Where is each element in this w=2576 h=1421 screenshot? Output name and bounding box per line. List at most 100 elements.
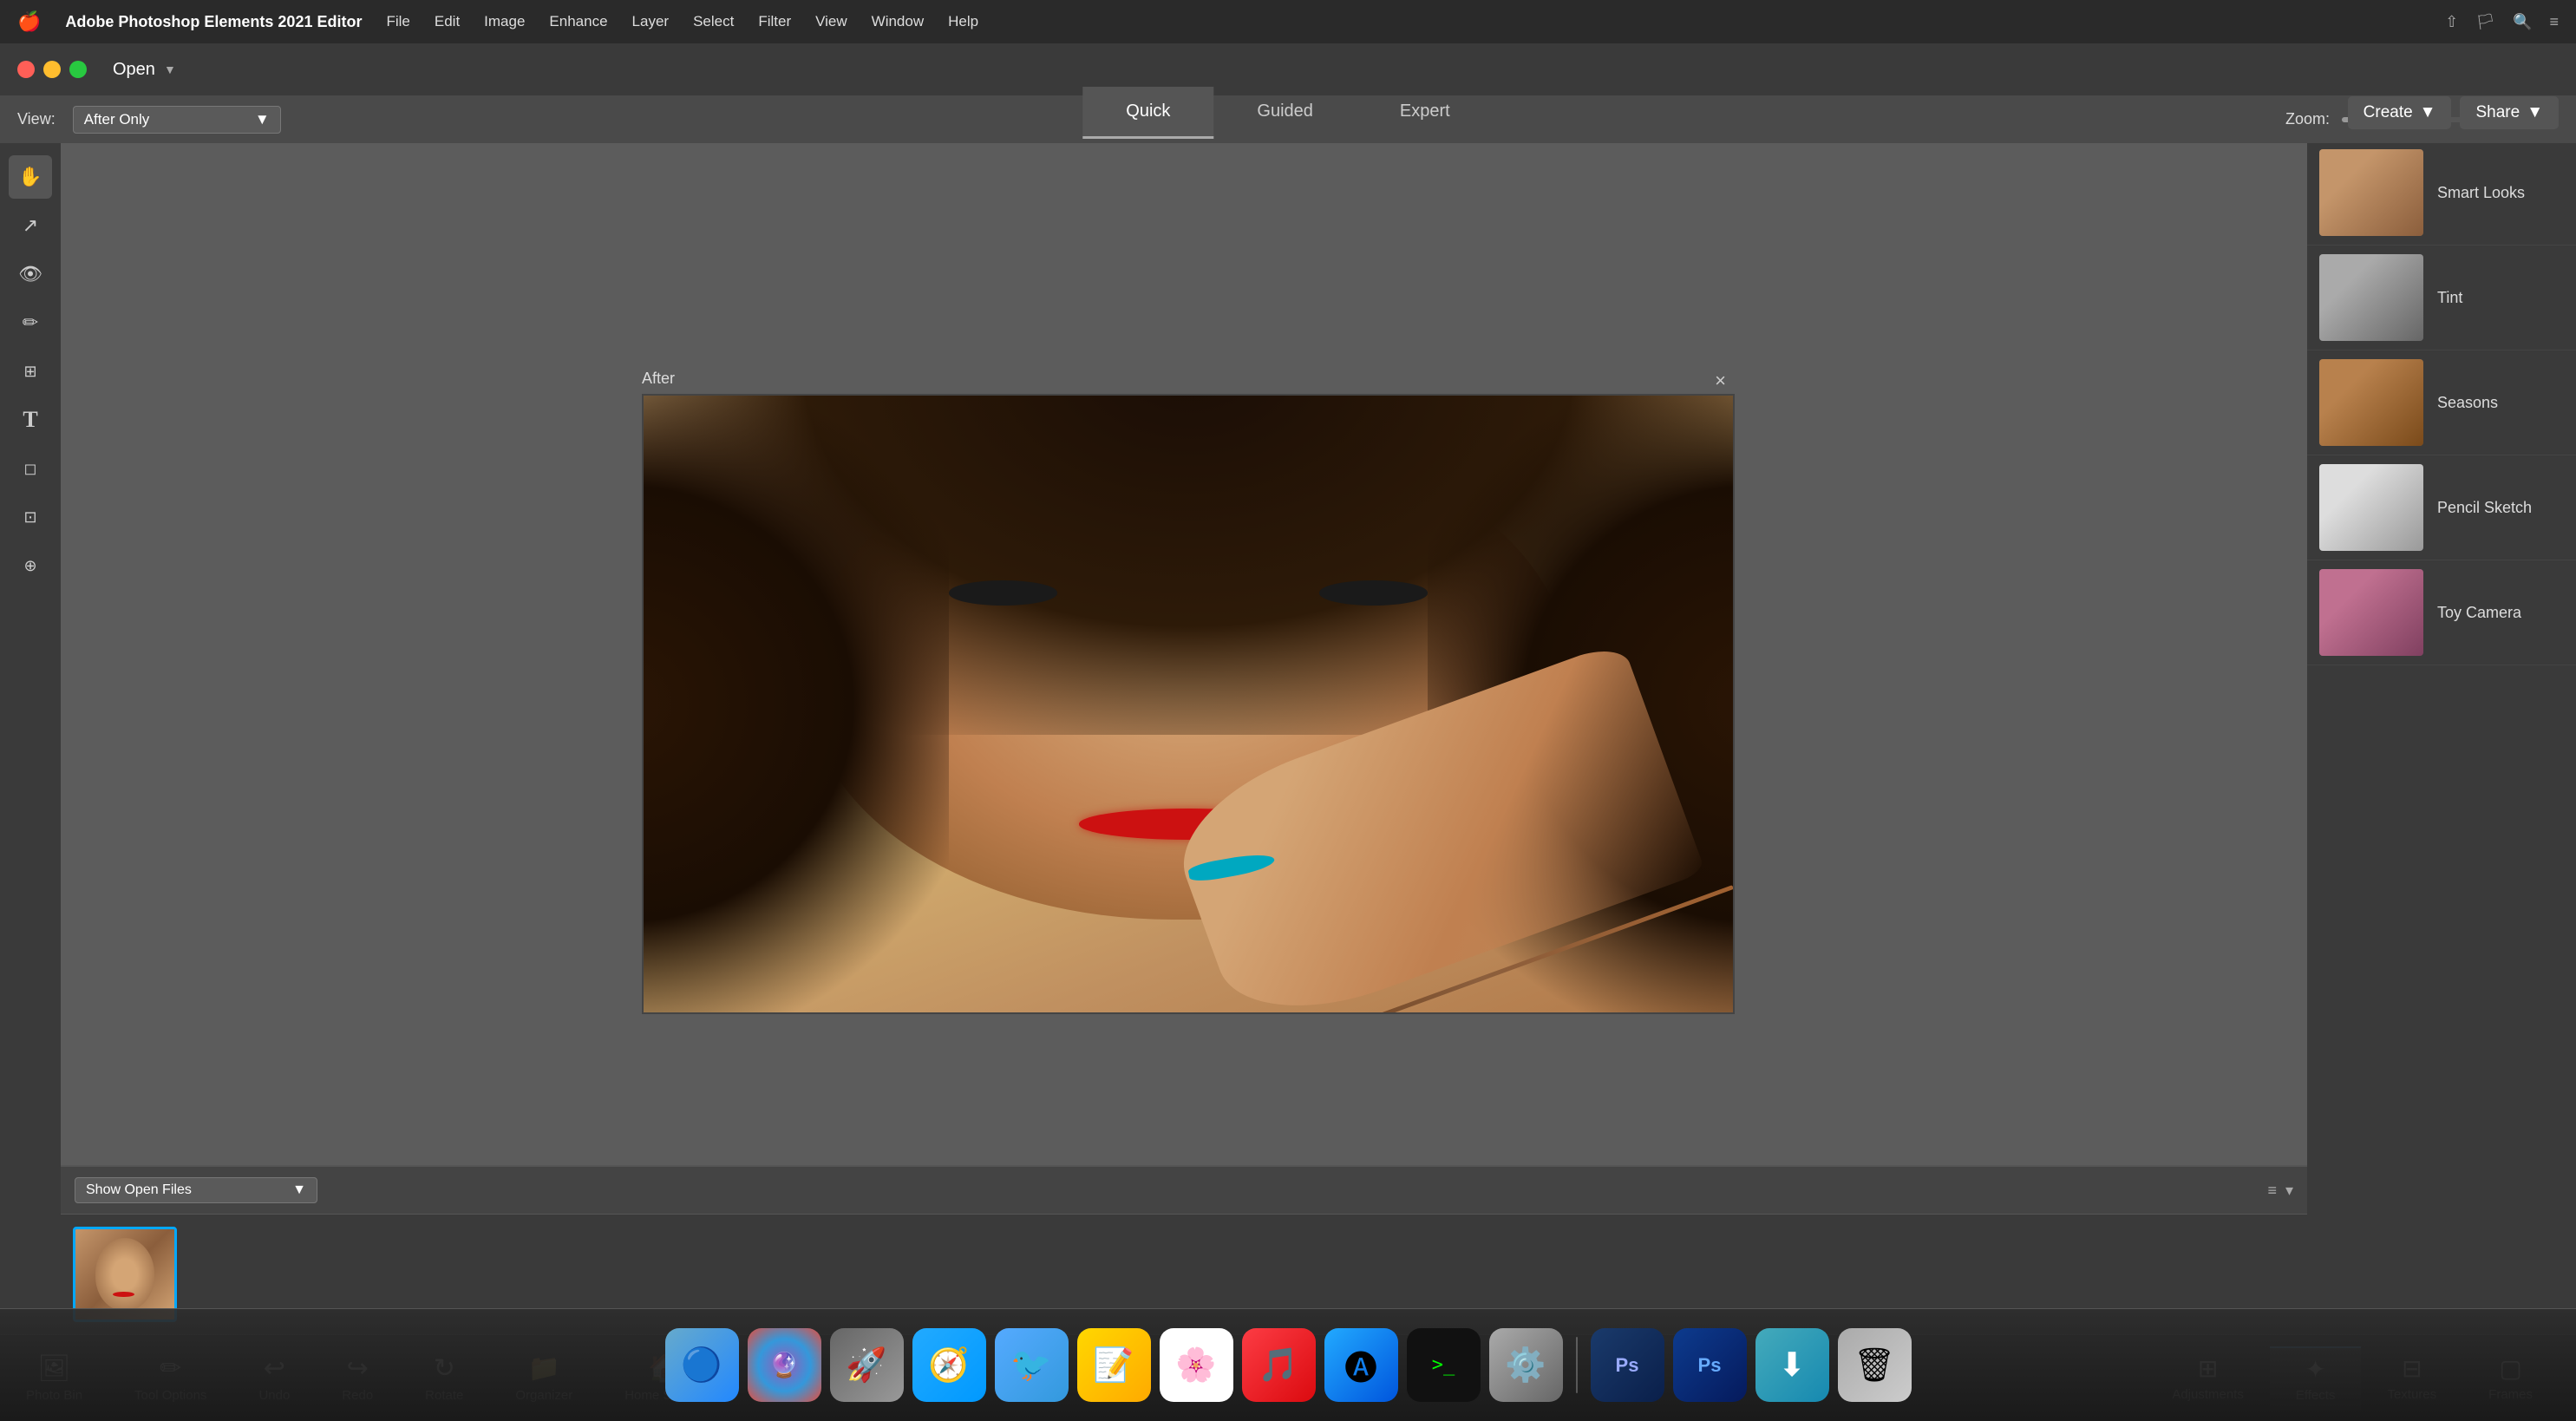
dock-photos[interactable]: 🌸	[1160, 1328, 1233, 1402]
maximize-window-button[interactable]	[69, 61, 87, 78]
effect-item-pencil-sketch[interactable]: Pencil Sketch	[2307, 455, 2576, 560]
image-wrapper: After ×	[642, 394, 1726, 1001]
canvas-area: After ×	[61, 143, 2307, 1252]
dock-divider	[1576, 1337, 1578, 1393]
bin-list-icon[interactable]: ≡	[2267, 1182, 2277, 1200]
open-button[interactable]: Open ▼	[113, 60, 176, 80]
tool-crop[interactable]: ⊞	[9, 350, 52, 393]
dock-music[interactable]: 🎵	[1242, 1328, 1316, 1402]
tab-guided[interactable]: Guided	[1213, 87, 1357, 139]
left-tool-panel: ✋ ↗ 👁 ✏ ⊞ T ◻ ⊡ ⊕	[0, 143, 61, 1334]
effect-item-smart-looks[interactable]: Smart Looks	[2307, 141, 2576, 246]
dock-trash[interactable]: 🗑	[1838, 1328, 1912, 1402]
open-dropdown-arrow: ▼	[164, 62, 176, 76]
after-label: After	[642, 370, 675, 388]
search-menubar-icon[interactable]: 🔍	[2513, 13, 2532, 31]
effect-thumb-toy-camera	[2319, 569, 2423, 656]
dock-downloader[interactable]: ⬇	[1755, 1328, 1829, 1402]
hair-left	[642, 396, 949, 1012]
eye-left	[949, 580, 1058, 605]
tool-hand[interactable]: ✋	[9, 155, 52, 199]
flag-icon: 🏳	[2475, 13, 2495, 31]
dock-rocketship[interactable]: 🚀	[830, 1328, 904, 1402]
notes-icon: 📝	[1093, 1346, 1134, 1385]
dock-appstore[interactable]: 🅐	[1324, 1328, 1398, 1402]
controls-icon: ≡	[2549, 13, 2559, 31]
trash-icon: 🗑	[1854, 1346, 1895, 1385]
view-dropdown[interactable]: After Only ▼	[73, 106, 281, 134]
bin-grid-icon[interactable]: ▾	[2285, 1182, 2293, 1200]
tool-move[interactable]: ⊕	[9, 544, 52, 587]
tool-straighten[interactable]: ↗	[9, 204, 52, 247]
menu-window[interactable]: Window	[872, 13, 924, 30]
effect-item-seasons[interactable]: Seasons	[2307, 350, 2576, 455]
eye-right	[1319, 580, 1429, 605]
view-dropdown-arrow: ▼	[255, 111, 270, 128]
menu-bar: 🍎 Adobe Photoshop Elements 2021 Editor F…	[0, 0, 2576, 43]
menu-image[interactable]: Image	[484, 13, 525, 30]
share-icon: ⇧	[2445, 13, 2458, 31]
effect-thumb-tint	[2319, 254, 2423, 341]
create-arrow: ▼	[2420, 103, 2436, 122]
show-open-files-dropdown[interactable]: Show Open Files ▼	[75, 1177, 317, 1203]
create-button[interactable]: Create ▼	[2348, 96, 2452, 129]
music-icon: 🎵	[1258, 1346, 1298, 1385]
view-label: View:	[17, 110, 56, 128]
tab-expert[interactable]: Expert	[1357, 87, 1494, 139]
dock-pse-blue[interactable]: Ps	[1673, 1328, 1747, 1402]
effect-item-tint[interactable]: Tint	[2307, 246, 2576, 350]
zoom-label: Zoom:	[2285, 110, 2330, 128]
tool-eye[interactable]: 👁	[9, 252, 52, 296]
menu-filter[interactable]: Filter	[758, 13, 791, 30]
dock-finder[interactable]: 🔵	[665, 1328, 739, 1402]
effect-label-smart-looks: Smart Looks	[2437, 184, 2525, 202]
effect-thumb-smart-looks	[2319, 149, 2423, 236]
share-button[interactable]: Share ▼	[2460, 96, 2559, 129]
close-image-button[interactable]: ×	[1715, 370, 1726, 392]
menu-file[interactable]: File	[386, 13, 409, 30]
effect-label-seasons: Seasons	[2437, 394, 2498, 412]
safari-icon: 🧭	[928, 1346, 969, 1385]
minimize-window-button[interactable]	[43, 61, 61, 78]
tool-transform[interactable]: ⊡	[9, 495, 52, 539]
show-open-files-value: Show Open Files	[86, 1182, 192, 1198]
apple-menu[interactable]: 🍎	[17, 10, 41, 33]
dock-mail-bird[interactable]: 🐦	[995, 1328, 1069, 1402]
pse-dark-icon: Ps	[1616, 1354, 1639, 1377]
finder-icon: 🔵	[681, 1346, 722, 1385]
photo-bin-icons: ≡ ▾	[2267, 1182, 2293, 1200]
menu-edit[interactable]: Edit	[435, 13, 460, 30]
dock-notes[interactable]: 📝	[1077, 1328, 1151, 1402]
title-bar: Open ▼ Quick Guided Expert Create ▼ Shar…	[0, 43, 2576, 95]
photo-bin-toolbar: Show Open Files ▼ ≡ ▾	[61, 1167, 2307, 1215]
traffic-lights	[17, 61, 87, 78]
menu-help[interactable]: Help	[948, 13, 978, 30]
menu-enhance[interactable]: Enhance	[549, 13, 607, 30]
tool-brush[interactable]: ✏	[9, 301, 52, 344]
open-label: Open	[113, 60, 155, 80]
dock-system-prefs[interactable]: ⚙️	[1489, 1328, 1563, 1402]
dock-siri[interactable]: 🔮	[748, 1328, 821, 1402]
macos-dock: 🔵 🔮 🚀 🧭 🐦 📝 🌸 🎵 🅐 >_ ⚙️ Ps Ps ⬇ 🗑	[0, 1308, 2576, 1421]
tool-text[interactable]: T	[9, 398, 52, 442]
top-right-buttons: Create ▼ Share ▼	[2348, 87, 2559, 139]
dock-pse-dark[interactable]: Ps	[1591, 1328, 1664, 1402]
effect-label-toy-camera: Toy Camera	[2437, 604, 2521, 622]
effect-item-toy-camera[interactable]: Toy Camera	[2307, 560, 2576, 665]
tool-eraser[interactable]: ◻	[9, 447, 52, 490]
close-window-button[interactable]	[17, 61, 35, 78]
main-image	[642, 394, 1735, 1014]
app-name: Adobe Photoshop Elements 2021 Editor	[65, 13, 362, 31]
canvas-background: After ×	[61, 143, 2307, 1252]
effect-label-pencil-sketch: Pencil Sketch	[2437, 499, 2532, 517]
menu-select[interactable]: Select	[693, 13, 734, 30]
mode-tabs: Quick Guided Expert	[1082, 87, 1493, 139]
menu-layer[interactable]: Layer	[632, 13, 670, 30]
effect-thumb-pencil-sketch	[2319, 464, 2423, 551]
show-open-files-arrow: ▼	[292, 1182, 306, 1198]
menu-view[interactable]: View	[815, 13, 847, 30]
effect-thumb-seasons	[2319, 359, 2423, 446]
tab-quick[interactable]: Quick	[1082, 87, 1213, 139]
dock-terminal[interactable]: >_	[1407, 1328, 1481, 1402]
dock-safari[interactable]: 🧭	[912, 1328, 986, 1402]
